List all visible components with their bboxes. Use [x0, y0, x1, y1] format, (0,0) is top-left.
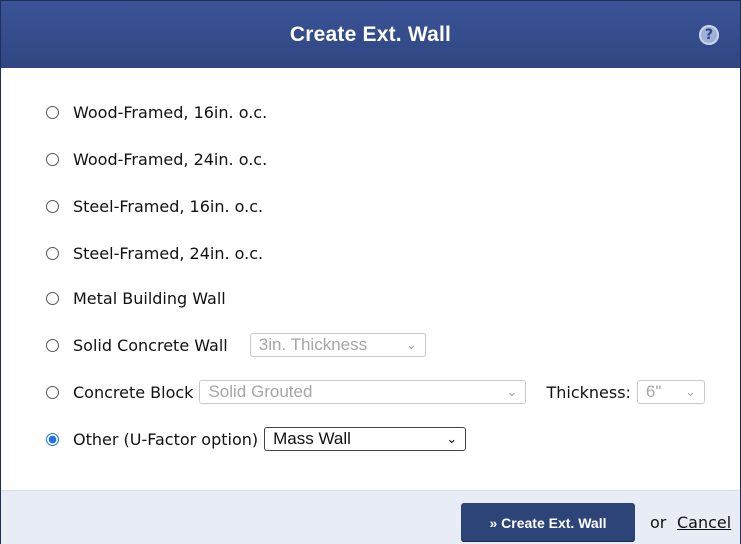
option-label: Wood-Framed, 24in. o.c. [73, 149, 268, 169]
dialog-titlebar: Create Ext. Wall ? [1, 1, 740, 68]
chevron-down-icon: ⌄ [506, 384, 518, 399]
option-wood-16[interactable]: Wood-Framed, 16in. o.c. [46, 98, 267, 126]
solid-concrete-thickness-select[interactable]: 3in. Thickness ⌄ [249, 333, 426, 357]
or-text: or [650, 513, 667, 532]
radio-wood-24[interactable] [46, 152, 59, 166]
option-label: Solid Concrete Wall [73, 335, 228, 355]
option-label: Other (U-Factor option) [73, 429, 259, 449]
radio-steel-24[interactable] [46, 246, 59, 260]
create-ext-wall-dialog: Create Ext. Wall ? Wood-Framed, 16in. o.… [0, 0, 741, 544]
thickness-label: Thickness: [546, 382, 631, 402]
chevron-down-icon: ⌄ [446, 431, 458, 446]
other-type-select[interactable]: Mass Wall ⌄ [264, 427, 467, 451]
radio-concrete-block[interactable] [46, 385, 59, 399]
select-value: 3in. Thickness [258, 335, 368, 354]
radio-other-u-factor[interactable] [46, 432, 59, 446]
chevron-down-icon: ⌄ [685, 384, 696, 399]
concrete-block-type-select[interactable]: Solid Grouted ⌄ [199, 380, 527, 404]
option-steel-24[interactable]: Steel-Framed, 24in. o.c. [46, 239, 263, 267]
concrete-block-thickness-select[interactable]: 6" ⌄ [636, 380, 705, 404]
option-concrete-block[interactable]: Concrete Block Solid Grouted ⌄ Thickness… [46, 378, 705, 406]
select-value: Solid Grouted [208, 382, 313, 401]
select-value: 6" [645, 382, 662, 401]
option-label: Steel-Framed, 24in. o.c. [73, 243, 264, 263]
option-label: Concrete Block [73, 382, 194, 402]
question-circle-icon[interactable]: ? [699, 25, 719, 45]
option-steel-16[interactable]: Steel-Framed, 16in. o.c. [46, 192, 263, 220]
dialog-footer: » Create Ext. Wall or Cancel [1, 490, 740, 544]
option-metal-building[interactable]: Metal Building Wall [46, 284, 226, 312]
radio-steel-16[interactable] [46, 199, 59, 213]
select-value: Mass Wall [273, 429, 351, 448]
option-label: Wood-Framed, 16in. o.c. [73, 102, 268, 122]
option-label: Steel-Framed, 16in. o.c. [73, 196, 264, 216]
option-other-u-factor[interactable]: Other (U-Factor option) Mass Wall ⌄ [46, 425, 467, 453]
option-label: Metal Building Wall [73, 288, 226, 308]
dialog-title: Create Ext. Wall [289, 22, 452, 46]
create-ext-wall-button[interactable]: » Create Ext. Wall [461, 503, 635, 542]
chevron-down-icon: ⌄ [405, 337, 417, 352]
radio-wood-16[interactable] [46, 105, 59, 119]
cancel-link[interactable]: Cancel [677, 513, 731, 532]
option-solid-concrete[interactable]: Solid Concrete Wall 3in. Thickness ⌄ [46, 331, 426, 359]
radio-metal-building[interactable] [46, 291, 59, 305]
option-wood-24[interactable]: Wood-Framed, 24in. o.c. [46, 145, 267, 173]
radio-solid-concrete[interactable] [46, 338, 59, 352]
